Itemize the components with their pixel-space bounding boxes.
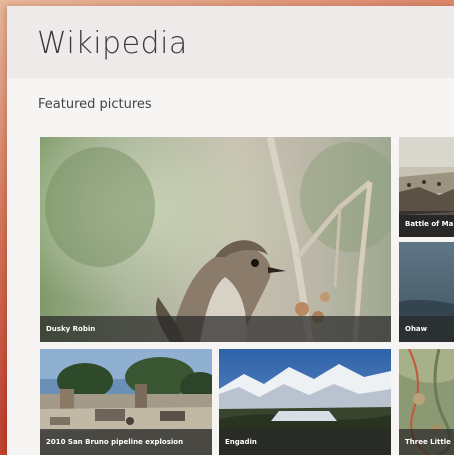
app-window: Wikipedia Featured pictures Dusky Robin …: [7, 6, 454, 455]
tile-caption: Three Little: [399, 429, 454, 455]
tile-caption: Dusky Robin: [40, 316, 391, 342]
featured-picture-tile-engadin[interactable]: Engadin: [219, 349, 391, 455]
tile-caption: 2010 San Bruno pipeline explosion: [40, 429, 212, 455]
featured-picture-tile-dusky-robin[interactable]: Dusky Robin: [40, 137, 391, 342]
app-title: Wikipedia: [37, 26, 188, 61]
tile-caption: Battle of Ma: [399, 211, 454, 237]
header-bar: Wikipedia: [7, 6, 454, 78]
dusky-robin-photo: [40, 137, 391, 342]
featured-picture-tile-battle[interactable]: Battle of Ma: [399, 137, 454, 237]
featured-picture-tile-three-little[interactable]: Three Little: [399, 349, 454, 455]
tile-caption: Ohaw: [399, 316, 454, 342]
featured-picture-tile-ohaw[interactable]: Ohaw: [399, 242, 454, 342]
section-title: Featured pictures: [38, 97, 152, 112]
tile-caption: Engadin: [219, 429, 391, 455]
featured-picture-tile-san-bruno[interactable]: 2010 San Bruno pipeline explosion: [40, 349, 212, 455]
